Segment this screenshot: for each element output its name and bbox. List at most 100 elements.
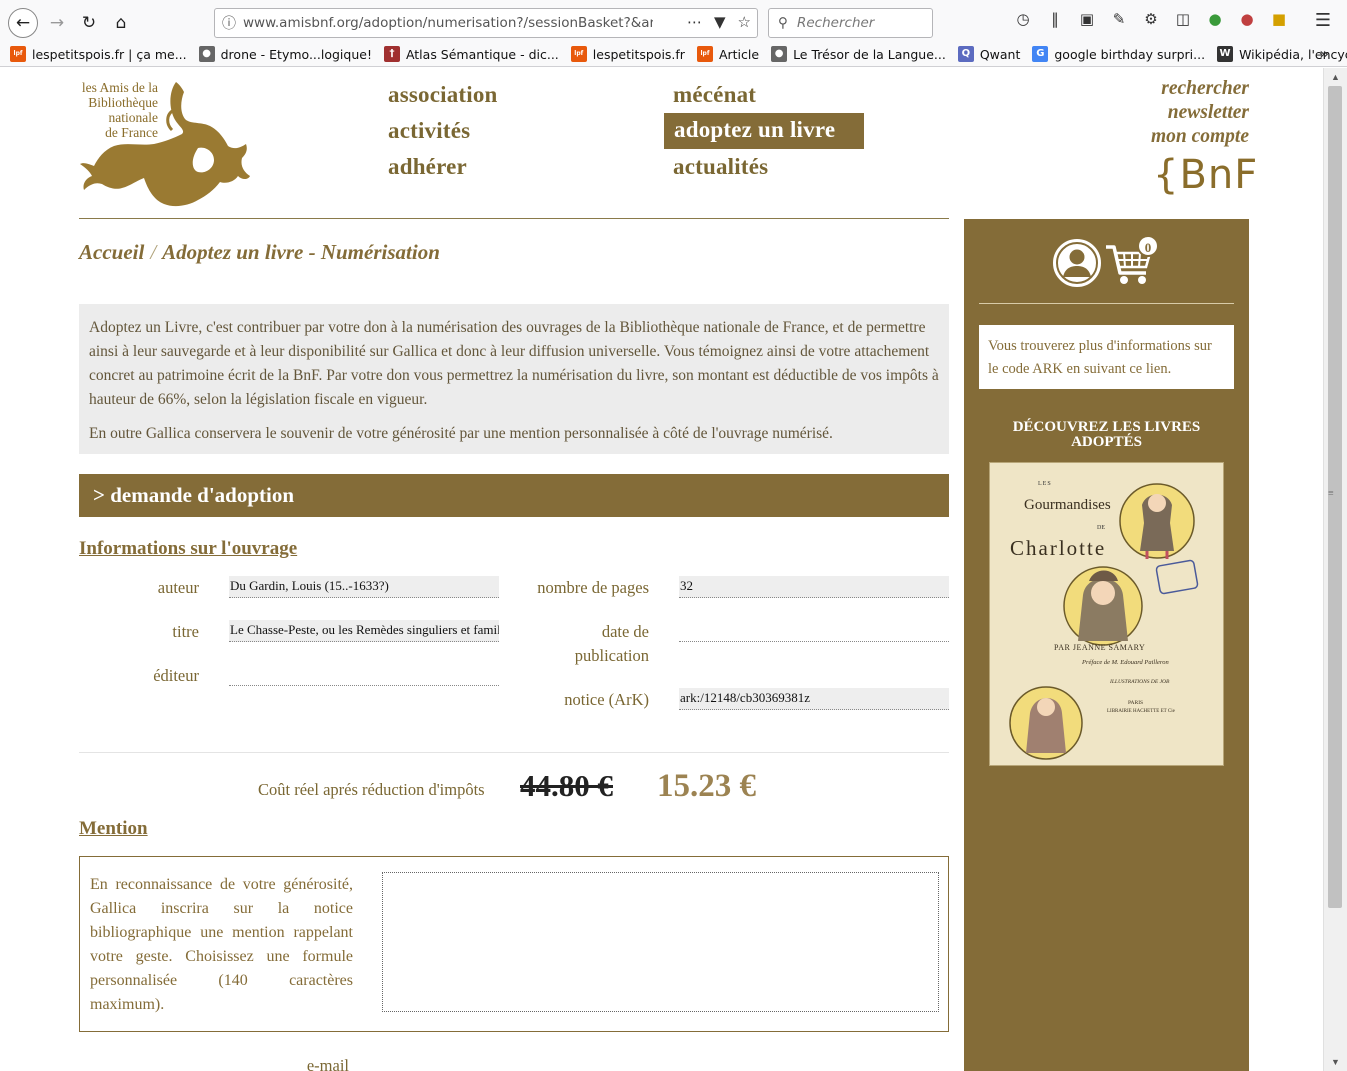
- screenshot-icon[interactable]: ▣: [1076, 10, 1098, 28]
- book-de: DE: [1097, 525, 1105, 531]
- arrow-right-icon: →: [49, 13, 65, 33]
- info-icon[interactable]: ⓘ: [215, 13, 243, 33]
- bookmark-item[interactable]: ● drone - Etymo...logique!: [198, 44, 372, 64]
- bookmarks-bar: lpf lespetitspois.fr | ça me... ● drone - E…: [10, 44, 1347, 64]
- auteur-field[interactable]: Du Gardin, Louis (15..-1633?): [229, 576, 499, 598]
- editeur-label: éditeur: [153, 666, 199, 685]
- url-bar[interactable]: ⓘ www.amisbnf.org/adoption/numerisation?…: [214, 8, 758, 38]
- nav-activites[interactable]: activités: [388, 118, 470, 144]
- wikipedia-icon: W: [1217, 46, 1234, 62]
- user-icon[interactable]: [1052, 238, 1102, 288]
- pen-icon[interactable]: ✎: [1108, 10, 1130, 28]
- intro-paragraph: Adoptez un Livre, c'est contribuer par v…: [89, 319, 939, 408]
- nav-adherer[interactable]: adhérer: [388, 154, 467, 180]
- bookmark-star-icon[interactable]: ☆: [738, 13, 751, 31]
- book-cover-image[interactable]: LES Gourmandises DE Charlotte PAR JEANNE…: [989, 462, 1224, 766]
- newsletter-link[interactable]: newsletter: [1168, 102, 1249, 124]
- lespetitspois-icon: lpf: [10, 46, 26, 62]
- dragon-logo-icon: [80, 82, 250, 207]
- scroll-down-arrow-icon[interactable]: ▼: [1331, 1057, 1340, 1067]
- book-publisher: LIBRAIRIE HACHETTE ET Cie: [1107, 709, 1175, 714]
- mention-title: Mention: [79, 818, 148, 839]
- mention-textarea[interactable]: [382, 872, 939, 1012]
- extension-color-icon[interactable]: ●: [1236, 10, 1258, 28]
- lespetitspois-icon: lpf: [570, 46, 587, 62]
- nav-mecenat[interactable]: mécénat: [673, 82, 756, 108]
- search-bar[interactable]: ⚲ Rechercher: [768, 8, 933, 38]
- breadcrumb-home[interactable]: Accueil: [79, 240, 144, 264]
- qwant-icon: Q: [957, 46, 974, 62]
- breadcrumb-separator: /: [150, 240, 157, 264]
- chevron-double-right-icon[interactable]: »: [1319, 44, 1329, 63]
- rechercher-link[interactable]: rechercher: [1161, 78, 1249, 100]
- ark-info-link[interactable]: Vous trouverez plus d'informations sur l…: [979, 325, 1234, 389]
- lock-extension-icon[interactable]: ■: [1268, 10, 1290, 28]
- intro-box: Adoptez un Livre, c'est contribuer par v…: [79, 304, 949, 454]
- book-title-1: Gourmandises: [1024, 497, 1111, 513]
- globe-icon: ●: [198, 46, 215, 62]
- bnf-logo[interactable]: {BnF: [1153, 152, 1258, 198]
- bookmark-item[interactable]: lpf lespetitspois.fr: [570, 44, 685, 64]
- cost-label: Coût réel aprés réduction d'impôts: [258, 780, 485, 799]
- bookmark-label: Atlas Sémantique - dic...: [405, 46, 559, 62]
- titre-field[interactable]: Le Chasse-Peste, ou les Remèdes singulie…: [229, 620, 499, 642]
- history-icon[interactable]: ◷: [1012, 10, 1034, 28]
- pages-field[interactable]: 32: [679, 576, 949, 598]
- intro-paragraph: En outre Gallica conservera le souvenir …: [89, 425, 833, 442]
- bookmark-label: Le Trésor de la Langue...: [793, 46, 946, 62]
- back-button[interactable]: ←: [8, 8, 38, 38]
- editeur-field[interactable]: [229, 664, 499, 686]
- cart-count-badge: 0: [1137, 235, 1159, 257]
- bookmark-item[interactable]: ● Le Trésor de la Langue...: [771, 44, 946, 64]
- gear-icon[interactable]: ⚙: [1140, 10, 1162, 28]
- old-price: 44.80 €: [520, 768, 613, 803]
- bookmark-item[interactable]: Ggoogle birthday surpri...: [1032, 44, 1205, 64]
- bookmark-label: Qwant: [979, 46, 1021, 62]
- sidebar-icon[interactable]: ◫: [1172, 10, 1194, 28]
- forward-button[interactable]: →: [42, 8, 72, 38]
- mention-box: En reconnaissance de votre générosité, G…: [79, 856, 949, 1032]
- page-scrollbar[interactable]: ▲ ≡ ▼: [1323, 68, 1347, 1071]
- date-label: date de publication: [509, 620, 649, 668]
- home-icon: ⌂: [115, 13, 127, 33]
- bookmark-item[interactable]: lpf Article: [696, 44, 759, 64]
- library-icon[interactable]: ‖: [1044, 10, 1066, 28]
- auteur-label: auteur: [157, 578, 199, 597]
- url-text[interactable]: www.amisbnf.org/adoption/numerisation?/s…: [243, 15, 653, 31]
- home-button[interactable]: ⌂: [106, 8, 136, 38]
- reload-button[interactable]: ↻: [74, 8, 104, 38]
- mon-compte-link[interactable]: mon compte: [1151, 126, 1249, 148]
- book-title-2: Charlotte: [1010, 536, 1107, 560]
- email-label: e-mail: [306, 1056, 349, 1071]
- section-header: > demande d'adoption: [79, 474, 949, 517]
- mention-description: En reconnaissance de votre générosité, G…: [90, 876, 353, 1013]
- date-label-line: publication: [574, 646, 649, 665]
- bookmark-item[interactable]: † Atlas Sémantique - dic...: [383, 44, 559, 64]
- bookmark-label: Wikipédia, l'encyclopé...: [1239, 46, 1347, 62]
- nav-actualites[interactable]: actualités: [673, 154, 768, 180]
- pocket-icon[interactable]: ▼: [714, 13, 726, 31]
- breadcrumb-current: Adoptez un livre - Numérisation: [162, 240, 440, 264]
- extension-green-icon[interactable]: ●: [1204, 10, 1226, 28]
- ark-field[interactable]: ark:/12148/cb30369381z: [679, 688, 949, 710]
- new-price: 15.23 €: [657, 768, 756, 804]
- sidebar: 0 Vous trouverez plus d'informations sur…: [964, 219, 1249, 1071]
- bookmark-item[interactable]: Q Qwant: [957, 44, 1021, 64]
- site-logo[interactable]: les Amis de la Bibliothèque nationale de…: [78, 80, 253, 210]
- search-placeholder: Rechercher: [797, 15, 875, 31]
- bookmark-item[interactable]: lpf lespetitspois.fr | ça me...: [10, 44, 187, 64]
- bookmark-label: lespetitspois.fr: [592, 46, 685, 62]
- nav-adoptez-un-livre[interactable]: adoptez un livre: [664, 113, 864, 149]
- atlas-icon: †: [383, 46, 400, 62]
- nav-association[interactable]: association: [388, 82, 498, 108]
- page-actions-icon[interactable]: ⋯: [687, 13, 702, 31]
- google-icon: G: [1032, 46, 1049, 62]
- search-icon: ⚲: [778, 15, 788, 31]
- arrow-left-icon: ←: [15, 13, 31, 33]
- book-author: PAR JEANNE SAMARY: [1054, 643, 1146, 652]
- scroll-up-arrow-icon[interactable]: ▲: [1331, 72, 1340, 82]
- titre-label: titre: [172, 622, 199, 641]
- date-field[interactable]: [679, 620, 949, 642]
- browser-chrome: ← → ↻ ⌂ ⓘ www.amisbnf.org/adoption/numer…: [0, 0, 1347, 67]
- menu-icon[interactable]: ☰: [1315, 10, 1331, 31]
